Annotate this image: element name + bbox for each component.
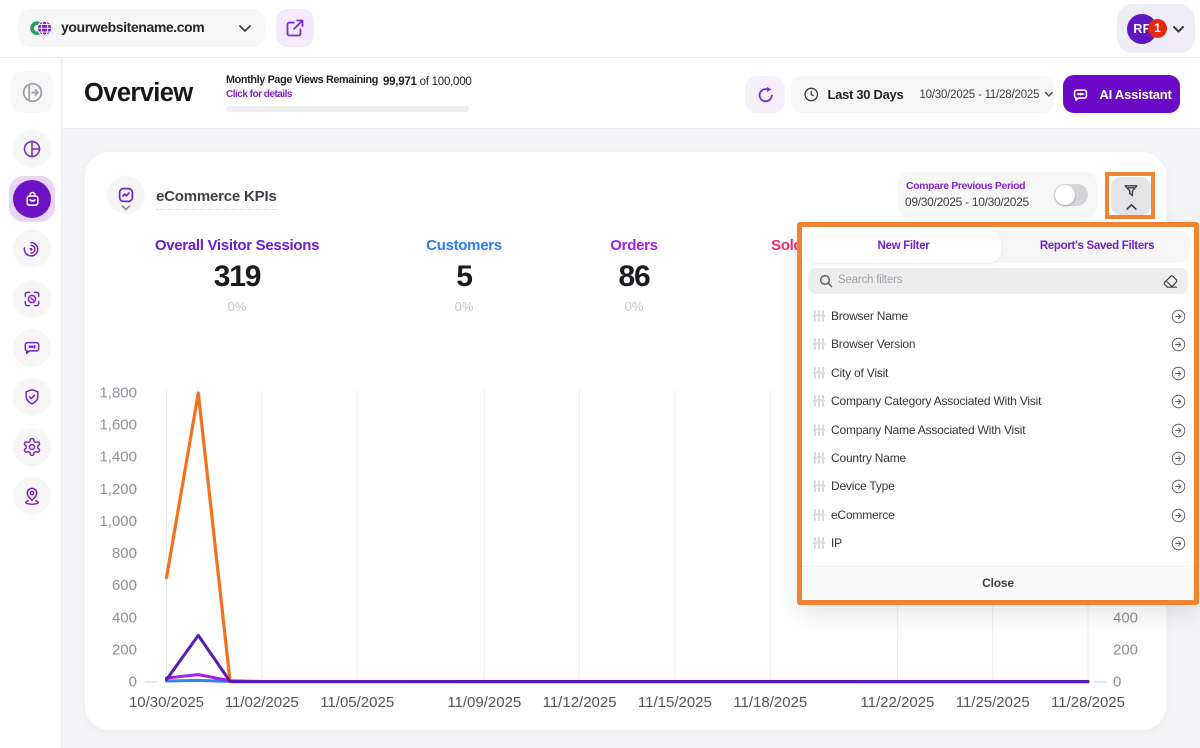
svg-text:0: 0	[1113, 674, 1121, 691]
svg-text:11/22/2025: 11/22/2025	[860, 694, 934, 711]
svg-text:11/02/2025: 11/02/2025	[225, 694, 299, 711]
svg-text:200: 200	[1113, 641, 1138, 658]
svg-text:0: 0	[129, 674, 137, 691]
svg-text:1,000: 1,000	[99, 513, 137, 530]
svg-text:11/12/2025: 11/12/2025	[543, 694, 617, 711]
svg-text:10/30/2025: 10/30/2025	[129, 694, 204, 711]
svg-text:1,400: 1,400	[99, 449, 137, 466]
svg-text:11/09/2025: 11/09/2025	[447, 694, 521, 711]
svg-text:11/28/2025: 11/28/2025	[1051, 694, 1125, 711]
svg-text:200: 200	[112, 641, 137, 658]
svg-text:400: 400	[112, 609, 137, 626]
svg-text:600: 600	[112, 577, 137, 594]
svg-text:1,800: 1,800	[99, 385, 137, 402]
svg-text:11/18/2025: 11/18/2025	[733, 694, 807, 711]
svg-text:11/25/2025: 11/25/2025	[956, 694, 1030, 711]
svg-text:400: 400	[1113, 609, 1138, 626]
svg-text:11/15/2025: 11/15/2025	[638, 694, 712, 711]
svg-text:800: 800	[112, 545, 137, 562]
svg-text:1,600: 1,600	[99, 417, 137, 434]
svg-text:1,200: 1,200	[99, 481, 137, 498]
svg-text:11/05/2025: 11/05/2025	[320, 694, 394, 711]
